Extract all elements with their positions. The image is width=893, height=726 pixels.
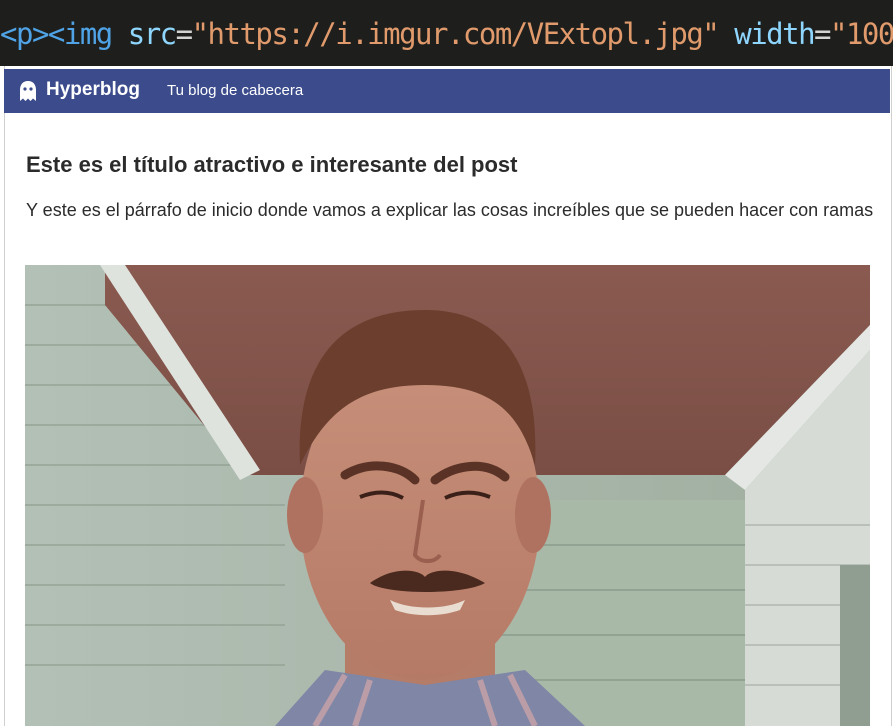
code-lt: < [0,17,17,51]
brand-link[interactable]: Hyperblog [46,78,140,102]
code-snippet-banner: <p><img src="https://i.imgur.com/VExtopl… [0,0,893,66]
navbar: Hyperblog Tu blog de cabecera [4,69,890,113]
code-img-tag: img [63,17,113,51]
code-eq: = [175,17,193,51]
code-width-value: "100%" [830,17,893,51]
ghost-icon[interactable] [18,80,38,102]
code-line: <p><img src="https://i.imgur.com/VExtopl… [0,12,893,56]
code-src-value: "https://i.imgur.com/VExtopl.jpg" [191,17,720,51]
code-lt-img: < [47,17,65,51]
post-photo-illustration [25,265,870,726]
post-image [25,265,870,726]
code-width-attr: width [734,17,815,51]
site-tagline: Tu blog de cabecera [167,82,304,99]
post-title: Este es el título atractivo e interesant… [26,152,518,177]
code-gt: > [31,17,49,51]
post-intro-paragraph: Y este es el párrafo de inicio donde vam… [26,200,874,220]
code-src-attr: src [127,17,177,51]
code-eq-2: = [814,17,831,51]
code-p-open: p [15,17,33,51]
